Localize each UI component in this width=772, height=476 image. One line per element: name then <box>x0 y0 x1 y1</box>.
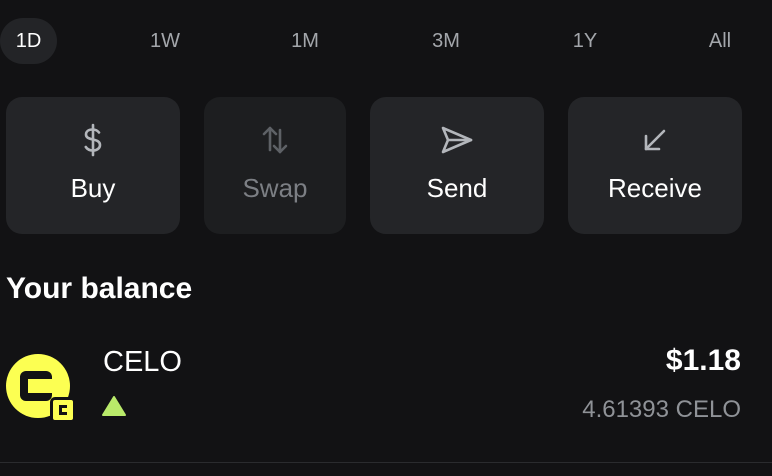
trend-up-icon <box>101 395 127 417</box>
asset-token-amount: 4.61393 CELO <box>582 396 741 423</box>
dollar-icon <box>76 123 110 157</box>
receive-button[interactable]: Receive <box>568 97 742 234</box>
swap-label: Swap <box>242 173 308 203</box>
action-buttons: Buy Swap Send Receive <box>0 97 772 234</box>
wallet-screen: 1D 1W 1M 3M 1Y All Buy Swap Send Receive… <box>0 0 772 476</box>
tab-1w[interactable]: 1W <box>136 18 194 64</box>
send-button[interactable]: Send <box>370 97 544 234</box>
divider <box>0 462 772 463</box>
tab-1d[interactable]: 1D <box>0 18 57 64</box>
swap-button[interactable]: Swap <box>204 97 346 234</box>
tab-all[interactable]: All <box>692 18 748 64</box>
tab-1m[interactable]: 1M <box>276 18 334 64</box>
tab-1y[interactable]: 1Y <box>556 18 614 64</box>
receive-arrow-icon <box>638 123 672 157</box>
buy-label: Buy <box>70 173 116 203</box>
buy-button[interactable]: Buy <box>6 97 180 234</box>
asset-fiat-value: $1.18 <box>665 344 741 377</box>
send-label: Send <box>426 173 488 203</box>
tab-3m[interactable]: 3M <box>416 18 476 64</box>
receive-label: Receive <box>608 173 702 203</box>
network-badge-icon <box>50 397 76 423</box>
balance-heading: Your balance <box>6 272 193 305</box>
time-range-tabs: 1D 1W 1M 3M 1Y All <box>0 18 772 64</box>
send-icon <box>440 123 474 157</box>
asset-name: CELO <box>103 346 182 378</box>
swap-arrows-icon <box>258 123 292 157</box>
asset-row-celo[interactable]: CELO $1.18 4.61393 CELO <box>0 340 772 430</box>
